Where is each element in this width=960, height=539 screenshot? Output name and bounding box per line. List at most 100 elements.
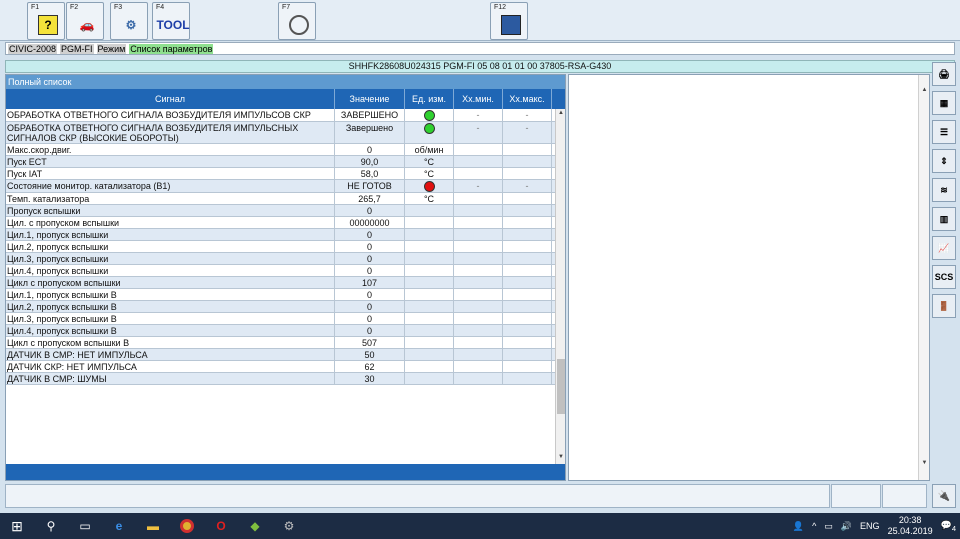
- detail-scroll-up-icon[interactable]: ▲: [920, 87, 929, 93]
- model-tag: CIVIC-2008: [8, 43, 58, 54]
- table-row[interactable]: Пуск ECT 90,0 °C: [6, 156, 555, 169]
- table-row[interactable]: Цикл с пропуском вспышки 107: [6, 277, 555, 290]
- table-row[interactable]: Темп. катализатора 265,7 °C: [6, 193, 555, 206]
- table-row[interactable]: Цил.4, пропуск вспышки 0: [6, 265, 555, 278]
- start-icon[interactable]: ⊞: [0, 513, 34, 539]
- signal-cell: Макс.скор.двиг.: [6, 144, 335, 156]
- unit-cell: [405, 122, 454, 144]
- language-indicator[interactable]: ENG: [860, 521, 880, 531]
- opera-icon[interactable]: O: [204, 513, 238, 539]
- column-header-unit[interactable]: Ед. изм.: [405, 89, 454, 109]
- table-row[interactable]: Состояние монитор. катализатора (B1) НЕ Г…: [6, 180, 555, 194]
- edge-icon[interactable]: e: [102, 513, 136, 539]
- search-icon[interactable]: ⚲: [34, 513, 68, 539]
- connection-icon[interactable]: 🔌: [932, 484, 956, 508]
- table-row[interactable]: Цил.1, пропуск вспышки B0: [6, 289, 555, 302]
- max-cell: [503, 265, 552, 277]
- f1-help-button[interactable]: F1 ?: [27, 2, 65, 40]
- f4-tool-button[interactable]: F4 TOOL: [152, 2, 190, 40]
- unit-cell: об/мин: [405, 144, 454, 156]
- min-cell: -: [454, 180, 503, 193]
- system-tag: PGM-FI: [60, 43, 94, 54]
- signal-cell: Цил. с пропуском вспышки: [6, 217, 335, 229]
- people-icon[interactable]: 👤: [793, 521, 804, 532]
- network-icon[interactable]: ▭: [824, 521, 833, 532]
- tool-app-icon[interactable]: ⚙: [272, 513, 306, 539]
- value-cell: 90,0: [335, 156, 405, 168]
- clock[interactable]: 20:38 25.04.2019: [888, 515, 933, 537]
- unit-cell: °C: [405, 168, 454, 180]
- detail-scroll-down-icon[interactable]: ▼: [920, 460, 929, 466]
- scroll-up-icon[interactable]: ▲: [557, 110, 565, 116]
- table-row[interactable]: Цил.3, пропуск вспышки 0: [6, 253, 555, 266]
- signal-cell: Цил.1, пропуск вспышки B: [6, 289, 335, 301]
- print-button[interactable]: 🖨: [932, 62, 956, 86]
- exit-button[interactable]: 🚪: [932, 294, 956, 318]
- hds-app-icon[interactable]: ◆: [238, 513, 272, 539]
- chart-icon: 📈: [938, 242, 950, 253]
- scroll-down-icon[interactable]: ▼: [557, 454, 565, 460]
- value-cell: 107: [335, 277, 405, 289]
- unit-cell: [405, 301, 454, 313]
- table-row[interactable]: Цил.4, пропуск вспышки B0: [6, 325, 555, 338]
- notifications-icon[interactable]: 💬4: [941, 520, 956, 533]
- table-row[interactable]: ОБРАБОТКА ОТВЕТНОГО СИГНАЛА ВОЗБУДИТЕЛЯ …: [6, 109, 555, 123]
- list-button[interactable]: ☰: [932, 120, 956, 144]
- table-row[interactable]: Цикл с пропуском вспышки B 507: [6, 337, 555, 350]
- list-scrollbar[interactable]: ▲ ▼: [555, 109, 565, 464]
- column-header-max[interactable]: Хх.макс.: [503, 89, 552, 109]
- value-cell: НЕ ГОТОВ: [335, 180, 405, 193]
- signal-cell: Состояние монитор. катализатора (B1): [6, 180, 335, 193]
- table-row[interactable]: Пропуск вспышки 0: [6, 205, 555, 218]
- max-cell: [503, 229, 552, 241]
- clock-date: 25.04.2019: [887, 526, 933, 536]
- max-cell: [503, 289, 552, 301]
- column-header-signal[interactable]: Сигнал: [6, 89, 335, 109]
- max-cell: [503, 217, 552, 229]
- min-cell: [454, 265, 503, 277]
- graph-button[interactable]: ≋: [932, 178, 956, 202]
- chart-button[interactable]: 📈: [932, 236, 956, 260]
- column-header-min[interactable]: Хх.мин.: [454, 89, 503, 109]
- table-row[interactable]: ОБРАБОТКА ОТВЕТНОГО СИГНАЛА ВОЗБУДИТЕЛЯ …: [6, 122, 555, 145]
- value-cell: 0: [335, 289, 405, 301]
- task-view-icon[interactable]: ▭: [68, 513, 102, 539]
- settings-icon: ▥: [939, 213, 949, 224]
- scs-button[interactable]: SCS: [932, 265, 956, 289]
- unit-cell: [405, 217, 454, 229]
- table-row[interactable]: Цил.3, пропуск вспышки B0: [6, 313, 555, 326]
- f2-vehicle-button[interactable]: F2 🚗: [66, 2, 104, 40]
- column-header-value[interactable]: Значение: [335, 89, 405, 109]
- scroll-thumb[interactable]: [557, 359, 565, 414]
- f3-service-button[interactable]: F3 ⚙: [110, 2, 148, 40]
- table-row[interactable]: Пуск IAT 58,0 °C: [6, 168, 555, 181]
- table-row[interactable]: Цил.2, пропуск вспышки B0: [6, 301, 555, 314]
- system-tray: 👤 ^ ▭ 🔊 ENG 20:38 25.04.2019 💬4: [789, 513, 960, 539]
- max-cell: [503, 373, 552, 385]
- signal-cell: Цил.1, пропуск вспышки: [6, 229, 335, 241]
- volume-icon[interactable]: 🔊: [841, 521, 852, 532]
- table-row[interactable]: Цил.1, пропуск вспышки 0: [6, 229, 555, 242]
- detail-scrollbar[interactable]: ▲ ▼: [918, 75, 929, 480]
- toolbar: F1 ? F2 🚗 F3 ⚙ F4 TOOL F7 F12: [0, 0, 960, 41]
- min-cell: [454, 229, 503, 241]
- explorer-icon[interactable]: ▬: [136, 513, 170, 539]
- settings-button[interactable]: ▥: [932, 207, 956, 231]
- table-row[interactable]: Макс.скор.двиг. 0 об/мин: [6, 144, 555, 157]
- data-select-button[interactable]: ▦: [932, 91, 956, 115]
- table-row[interactable]: Цил. с пропуском вспышки 00000000: [6, 217, 555, 230]
- signal-cell: ДАТЧИК СКР: НЕТ ИМПУЛЬСА: [6, 361, 335, 373]
- signal-cell: Цил.2, пропуск вспышки B: [6, 301, 335, 313]
- tray-expand-icon[interactable]: ^: [812, 521, 816, 531]
- signal-cell: Цил.2, пропуск вспышки: [6, 241, 335, 253]
- table-row[interactable]: ДАТЧИК В СМР: НЕТ ИМПУЛЬСА 50: [6, 349, 555, 362]
- signal-cell: Пуск ECT: [6, 156, 335, 168]
- table-row[interactable]: Цил.2, пропуск вспышки 0: [6, 241, 555, 254]
- chrome-icon[interactable]: [170, 513, 204, 539]
- sort-button[interactable]: ⇕: [932, 149, 956, 173]
- f12-monitor-button[interactable]: F12: [490, 2, 528, 40]
- table-row[interactable]: ДАТЧИК СКР: НЕТ ИМПУЛЬСА 62: [6, 361, 555, 374]
- f7-search-button[interactable]: F7: [278, 2, 316, 40]
- table-row[interactable]: ДАТЧИК В СМР: ШУМЫ 30: [6, 373, 555, 386]
- signal-cell: ДАТЧИК В СМР: НЕТ ИМПУЛЬСА: [6, 349, 335, 361]
